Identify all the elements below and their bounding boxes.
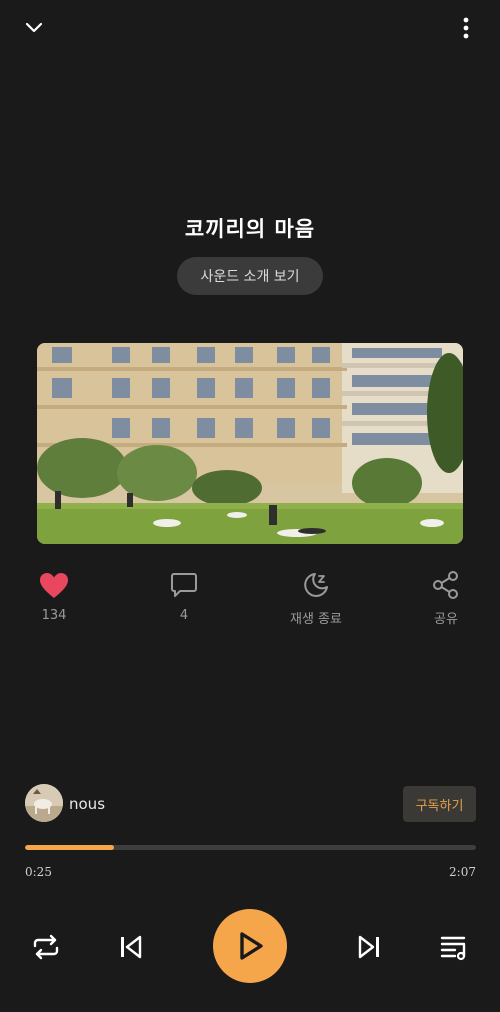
previous-button[interactable] [109,925,153,969]
cover-image [37,343,463,544]
share-icon [433,571,458,599]
share-action[interactable]: 공유 [391,568,500,630]
subscribe-button[interactable]: 구독하기 [403,786,476,822]
moon-sleep-icon [304,573,328,597]
repeat-button[interactable] [24,925,68,969]
playlist-icon [440,936,466,961]
comment-action[interactable]: 4 [129,568,239,630]
progress-fill [25,845,114,850]
sleep-timer-action[interactable]: 재생 종료 [261,568,371,630]
skip-previous-icon [121,935,142,959]
share-label: 공유 [434,612,458,627]
chevron-down-icon [25,22,43,33]
more-vertical-icon [463,17,469,39]
repeat-icon [33,934,59,960]
next-button[interactable] [347,925,391,969]
comment-icon [171,573,197,597]
more-options-button[interactable] [452,12,480,44]
like-action[interactable]: 134 [0,568,109,630]
play-icon [240,932,263,960]
progress-bar[interactable] [25,845,476,850]
avatar[interactable] [25,784,63,822]
sleep-timer-label: 재생 종료 [290,612,342,627]
collapse-button[interactable] [18,12,50,44]
track-title: 코끼리의 마음 [184,217,316,241]
skip-next-icon [358,935,379,959]
playlist-button[interactable] [432,925,476,969]
current-time: 0:25 [25,865,52,879]
author-name[interactable]: nous [69,795,105,813]
like-count: 134 [41,608,67,623]
comment-count: 4 [179,608,189,623]
sound-intro-button[interactable]: 사운드 소개 보기 [177,257,323,295]
play-button[interactable] [213,909,287,983]
total-time: 2:07 [449,865,476,879]
heart-icon [40,572,68,598]
